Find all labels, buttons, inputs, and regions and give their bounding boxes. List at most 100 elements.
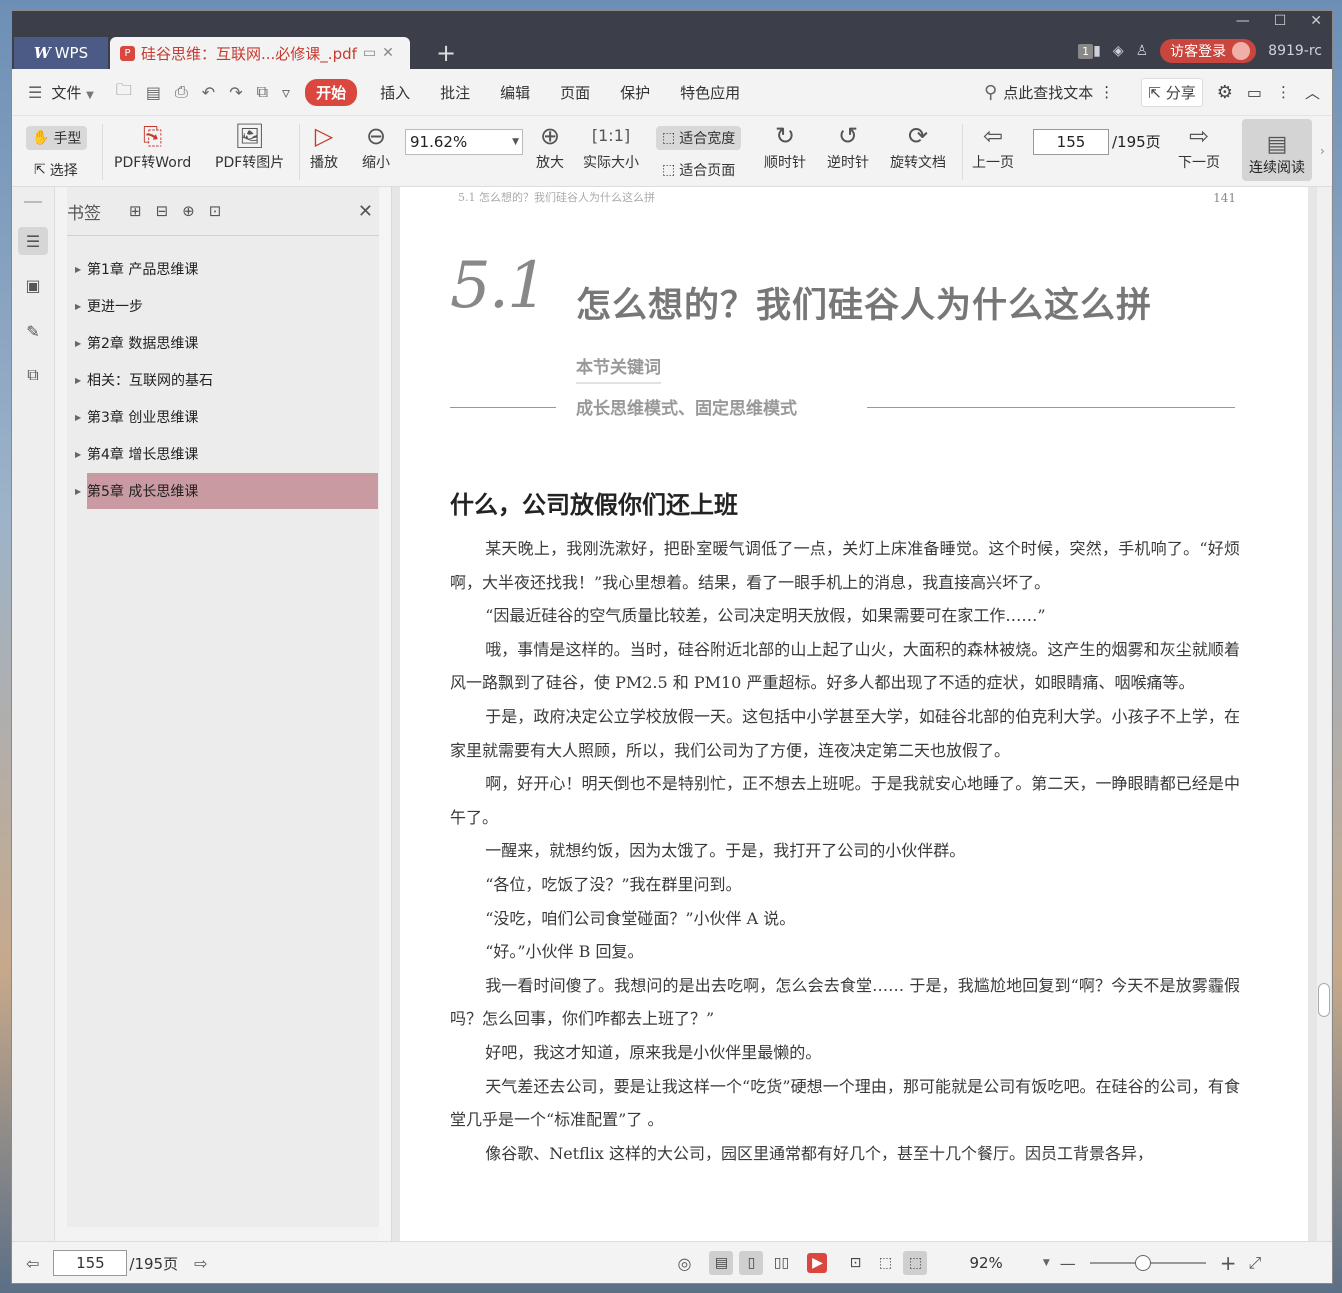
vertical-scrollbar[interactable] [1317,187,1331,1241]
fit-page-button[interactable]: ⬚ 适合页面 [662,160,735,180]
close-panel-icon[interactable]: ✕ [358,201,373,222]
expand-arrow-icon[interactable]: ▶ [75,339,87,348]
edit-bookmark-icon[interactable]: ⊡ [209,202,222,220]
pdf-to-word-button[interactable]: ⎘ PDF转Word [114,120,191,172]
scrollbar-thumb[interactable] [1318,983,1330,1017]
menu-tab-edit[interactable]: 编辑 [485,82,545,103]
share-button[interactable]: ⇱ 分享 [1141,77,1203,107]
wps-home-tab[interactable]: W WPS [14,37,108,69]
bookmark-item[interactable]: ▶ 相关：互联网的基石 [75,362,378,398]
actual-size-button[interactable]: [1:1] 实际大小 [583,120,639,172]
document-tab[interactable]: P 硅谷思维：互联网...必修课_.pdf ▭ ✕ [110,37,410,69]
expand-arrow-icon[interactable]: ▶ [75,487,87,496]
file-menu[interactable]: 文件 ▼ [49,82,109,103]
fullscreen-icon[interactable]: ⤢ [1249,1253,1262,1273]
monitor-icon[interactable]: ▭ [363,45,376,61]
export-image-icon[interactable]: ⧉ [250,82,275,102]
arrow-left-icon[interactable]: ⇦ [26,1254,39,1273]
pdf-to-image-button[interactable]: 🖼 PDF转图片 [215,120,284,172]
annotation-pen-icon[interactable]: ✎ [18,317,48,345]
zoom-out-minus-icon[interactable]: — [1060,1254,1076,1273]
play-button[interactable]: ▷ 播放 [310,120,338,172]
minimize-icon[interactable]: — [1236,13,1250,29]
undo-icon[interactable]: ↶ [195,83,222,102]
zoom-slider-knob[interactable] [1134,1255,1151,1271]
chevron-right-icon[interactable]: › [1320,144,1325,158]
zoom-in-plus-icon[interactable]: + [1220,1251,1237,1275]
menu-tab-protect[interactable]: 保护 [605,82,665,103]
chevron-down-icon[interactable]: ▼ [1043,1258,1050,1268]
guest-login-button[interactable]: 访客登录 [1160,39,1257,63]
new-tab-button[interactable]: + [436,39,456,67]
arrow-right-icon[interactable]: ⇨ [194,1254,207,1273]
gear-icon[interactable]: ⚙ [1217,82,1233,103]
zoom-in-button[interactable]: ⊕ 放大 [536,120,564,172]
shirt-icon[interactable]: ♙ [1136,43,1149,59]
panel-splitter[interactable] [379,187,392,1241]
eye-protection-icon[interactable]: ◎ [678,1254,692,1273]
zoom-out-button[interactable]: ⊖ 缩小 [362,120,390,172]
bookmark-item[interactable]: ▶ 第2章 数据思维课 [75,325,378,361]
continuous-reading-button[interactable]: ▤ 连续阅读 [1242,119,1312,181]
expand-arrow-icon[interactable]: ▶ [75,265,87,274]
status-page-input[interactable]: 155 [53,1250,128,1276]
select-tool-button[interactable]: ⇱ 选择 [34,160,78,180]
expand-arrow-icon[interactable]: ▶ [75,413,87,422]
document-viewer[interactable]: 5.1 怎么想的？我们硅谷人为什么这么拼 141 5.1 怎么想的？我们硅谷人为… [392,187,1332,1241]
bookmark-item-selected[interactable]: ▶ 第5章 成长思维课 [75,473,378,509]
status-zoom-value[interactable]: 92% [969,1254,1002,1272]
open-folder-icon[interactable]: 🗀 [109,79,139,106]
bookmark-item[interactable]: ▶ 第4章 增长思维课 [75,436,378,472]
zoom-slider[interactable] [1089,1255,1206,1271]
rotate-document-button[interactable]: ⟳ 旋转文档 [890,120,946,172]
two-page-view-icon[interactable]: ▯▯ [769,1251,793,1275]
single-page-view-icon[interactable]: ▯ [739,1251,764,1275]
page-number-input[interactable]: 155 [1033,129,1109,155]
expand-arrow-icon[interactable]: ▶ [75,302,87,311]
vertical-dots-icon[interactable]: ⋮ [1099,83,1114,101]
save-icon[interactable]: ▤ [139,83,168,102]
hand-tool-button[interactable]: ✋ 手型 [26,126,88,150]
fit-page-icon[interactable]: ⬚ [873,1251,897,1275]
expand-all-icon[interactable]: ⊞ [129,202,142,220]
tab-count-badge[interactable]: 1 ▮ [1078,43,1101,59]
zoom-level-select[interactable]: 91.62% ▼ [405,129,523,155]
more-icon[interactable]: ⋮ [1276,83,1291,101]
bookmark-list-icon[interactable]: ☰ [18,227,48,255]
divider [299,124,300,180]
menu-tab-annotate[interactable]: 批注 [425,82,485,103]
maximize-icon[interactable]: ☐ [1274,13,1287,29]
expand-arrow-icon[interactable]: ▶ [75,376,87,385]
comment-icon[interactable]: ▭ [1247,83,1262,102]
continuous-view-icon[interactable]: ▤ [709,1251,734,1275]
actual-size-icon[interactable]: ⊡ [843,1251,867,1275]
add-bookmark-icon[interactable]: ⊕ [182,202,195,220]
rotate-counterclockwise-button[interactable]: ↺ 逆时针 [827,120,869,172]
skin-icon[interactable]: ◈ [1113,43,1124,59]
thumbnail-image-icon[interactable]: ▣ [18,271,48,299]
rotate-clockwise-button[interactable]: ↻ 顺时针 [764,120,806,172]
more-dropdown-icon[interactable]: ▿ [275,83,297,102]
fit-width-icon[interactable]: ⬚ [903,1251,928,1275]
export-icon[interactable]: ⧉ [18,361,48,389]
hamburger-icon[interactable]: ☰ [12,83,49,102]
close-tab-icon[interactable]: ✕ [382,45,394,61]
redo-icon[interactable]: ↷ [222,83,249,102]
menu-tab-special[interactable]: 特色应用 [665,82,755,103]
bookmark-item[interactable]: ▶ 第1章 产品思维课 [75,251,378,287]
bookmark-item[interactable]: ▶ 第3章 创业思维课 [75,399,378,435]
previous-page-button[interactable]: ⇦ 上一页 [972,120,1014,172]
collapse-ribbon-icon[interactable]: ︿ [1305,82,1320,103]
print-icon[interactable]: ⎙ [168,82,195,102]
close-window-icon[interactable]: ✕ [1310,13,1322,29]
fit-width-button[interactable]: ⬚ 适合宽度 [656,126,742,150]
menu-tab-page[interactable]: 页面 [545,82,605,103]
collapse-all-icon[interactable]: ⊟ [156,202,169,220]
menu-tab-start[interactable]: 开始 [305,78,358,106]
bookmark-item[interactable]: ▶ 更进一步 [75,288,378,324]
find-text-search[interactable]: ⚲ 点此查找文本 ⋮ [984,69,1114,115]
menu-tab-insert[interactable]: 插入 [365,82,425,103]
next-page-button[interactable]: ⇨ 下一页 [1178,120,1220,172]
expand-arrow-icon[interactable]: ▶ [75,450,87,459]
play-icon[interactable]: ▶ [807,1253,828,1273]
